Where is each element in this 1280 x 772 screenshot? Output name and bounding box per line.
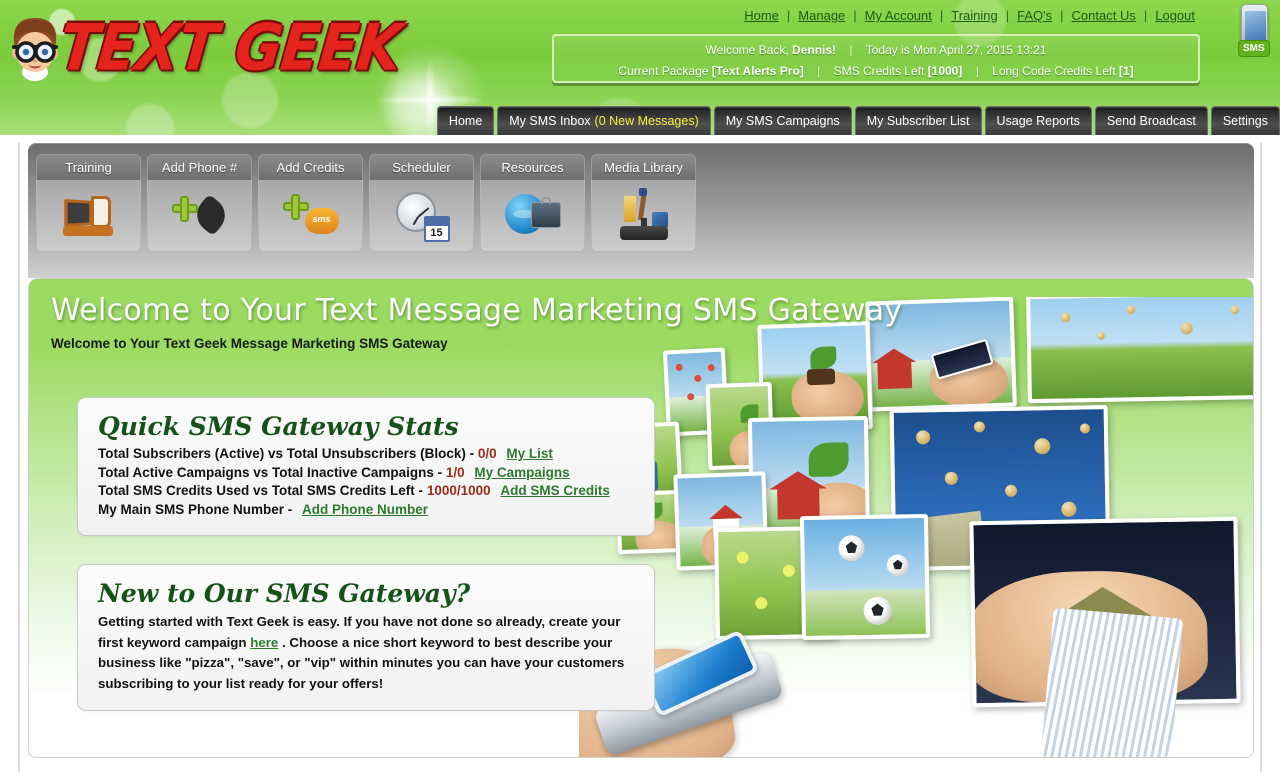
clock-calendar-icon: 15 xyxy=(394,188,450,244)
welcome-line: Welcome Back, Dennis! | Today is Mon Apr… xyxy=(554,40,1198,61)
shirt-cuff xyxy=(1040,607,1184,757)
greeting-prefix: Welcome Back, xyxy=(705,43,789,57)
tab-my-subscriber-list[interactable]: My Subscriber List xyxy=(854,106,982,135)
shortcut-toolbar: Training Add Phone # Add Credits sms Sch… xyxy=(28,143,1254,278)
pipe: | xyxy=(817,64,821,78)
shortcut-icon-box: sms xyxy=(258,180,363,252)
stat-row-credits: Total SMS Credits Used vs Total SMS Cred… xyxy=(98,482,636,501)
hero-collage-image xyxy=(579,297,1253,757)
tab-label: My Subscriber List xyxy=(866,114,970,128)
main-tab-bar: Home My SMS Inbox (0 New Messages) My SM… xyxy=(0,102,1280,135)
stat-row-subscribers: Total Subscribers (Active) vs Total Unsu… xyxy=(98,445,636,464)
stat-link-add-sms-credits[interactable]: Add SMS Credits xyxy=(500,483,610,498)
stat-value: 1/0 xyxy=(445,464,465,480)
chalkboard-book-icon xyxy=(61,188,117,244)
sms-badge: SMS xyxy=(1238,40,1270,57)
shortcut-add-phone[interactable]: Add Phone # xyxy=(147,154,252,252)
long-code-label: Long Code Credits Left xyxy=(992,64,1116,78)
pipe: | xyxy=(849,43,853,57)
quick-stats-heading: Quick SMS Gateway Stats xyxy=(98,412,459,441)
page-title: Welcome to Your Text Message Marketing S… xyxy=(51,293,903,328)
top-nav-link-my-account[interactable]: My Account xyxy=(858,8,939,23)
sms-credits-value: [1000] xyxy=(927,64,963,78)
date-text: Today is Mon April 27, 2015 13:21 xyxy=(865,43,1047,57)
logo[interactable]: TEXT GEEK xyxy=(0,2,404,94)
top-nav-link-manage[interactable]: Manage xyxy=(791,8,852,23)
sms-credits-label: SMS Credits Left xyxy=(833,64,925,78)
tab-home[interactable]: Home xyxy=(436,106,495,135)
page-subtitle: Welcome to Your Text Geek Message Market… xyxy=(51,336,448,351)
plus-telephone-icon xyxy=(171,188,232,244)
top-nav-link-faqs[interactable]: FAQ's xyxy=(1010,8,1059,23)
stat-label: Total SMS Credits Used vs Total SMS Cred… xyxy=(98,483,424,499)
package-value: [Text Alerts Pro] xyxy=(711,64,804,78)
stat-row-phone-number: My Main SMS Phone Number - Add Phone Num… xyxy=(98,501,636,520)
package-line: Current Package [Text Alerts Pro] | SMS … xyxy=(554,61,1198,82)
tab-label: Settings xyxy=(1222,114,1268,128)
new-to-gateway-card: New to Our SMS Gateway? Getting started … xyxy=(77,564,655,711)
top-nav-link-contact-us[interactable]: Contact Us xyxy=(1065,8,1143,23)
tab-settings[interactable]: Settings xyxy=(1210,106,1280,135)
shortcut-label: Add Phone # xyxy=(147,154,252,180)
tab-badge: (0 New Messages) xyxy=(594,114,699,128)
package-label: Current Package xyxy=(618,64,709,78)
page-frame: Training Add Phone # Add Credits sms Sch… xyxy=(0,135,1280,772)
tab-send-broadcast[interactable]: Send Broadcast xyxy=(1094,106,1208,135)
quick-stats-card: Quick SMS Gateway Stats Total Subscriber… xyxy=(77,397,655,537)
site-header: TEXT GEEK Home | Manage | My Account | T… xyxy=(0,0,1280,135)
logo-text: TEXT GEEK xyxy=(56,11,405,85)
tab-my-sms-campaigns[interactable]: My SMS Campaigns xyxy=(713,106,852,135)
shortcut-label: Scheduler xyxy=(369,154,474,180)
shortcut-scheduler[interactable]: Scheduler 15 xyxy=(369,154,474,252)
tab-label: Usage Reports xyxy=(996,114,1080,128)
phone-sms-icon[interactable]: SMS xyxy=(1238,4,1272,66)
shortcut-icon-box: 15 xyxy=(369,180,474,252)
shortcut-icon-box xyxy=(36,180,141,252)
shortcut-label: Training xyxy=(36,154,141,180)
shortcut-label: Media Library xyxy=(591,154,696,180)
stat-row-campaigns: Total Active Campaigns vs Total Inactive… xyxy=(98,464,636,483)
media-tray-icon xyxy=(616,187,672,244)
new-to-gateway-heading: New to Our SMS Gateway? xyxy=(98,579,471,608)
shortcut-label: Add Credits xyxy=(258,154,363,180)
globe-briefcase-icon xyxy=(504,188,561,244)
stat-label: My Main SMS Phone Number - xyxy=(98,501,293,517)
account-status-banner: Welcome Back, Dennis! | Today is Mon Apr… xyxy=(552,34,1200,83)
shortcut-icon-box xyxy=(147,180,252,252)
shortcut-training[interactable]: Training xyxy=(36,154,141,252)
tab-label: My SMS Inbox xyxy=(509,114,591,128)
welcome-content-panel: Welcome to Your Text Message Marketing S… xyxy=(28,278,1254,758)
shortcut-icon-box xyxy=(480,180,585,252)
user-name: Dennis! xyxy=(792,43,837,57)
top-nav: Home | Manage | My Account | Training | … xyxy=(737,8,1202,23)
page-frame-inner: Training Add Phone # Add Credits sms Sch… xyxy=(18,143,1262,772)
tab-usage-reports[interactable]: Usage Reports xyxy=(984,106,1092,135)
stat-link-my-list[interactable]: My List xyxy=(506,446,553,461)
stat-link-my-campaigns[interactable]: My Campaigns xyxy=(474,465,569,480)
shortcut-add-credits[interactable]: Add Credits sms xyxy=(258,154,363,252)
top-nav-link-logout[interactable]: Logout xyxy=(1148,8,1202,23)
shortcut-media-library[interactable]: Media Library xyxy=(591,154,696,252)
tab-label: Send Broadcast xyxy=(1106,114,1196,128)
tab-my-sms-inbox[interactable]: My SMS Inbox (0 New Messages) xyxy=(497,106,711,135)
long-code-value: [1] xyxy=(1118,64,1134,78)
stat-link-add-phone-number[interactable]: Add Phone Number xyxy=(302,502,428,517)
plus-sms-bubble-icon: sms xyxy=(282,188,339,244)
stat-label: Total Active Campaigns vs Total Inactive… xyxy=(98,464,443,480)
top-nav-link-training[interactable]: Training xyxy=(944,8,1004,23)
create-campaign-link[interactable]: here xyxy=(250,635,278,650)
tab-label: Home xyxy=(448,114,483,128)
stat-label: Total Subscribers (Active) vs Total Unsu… xyxy=(98,446,475,461)
stat-value: 1000/1000 xyxy=(426,483,491,499)
pipe: | xyxy=(975,64,979,78)
new-to-gateway-body: Getting started with Text Geek is easy. … xyxy=(98,612,626,694)
shortcut-resources[interactable]: Resources xyxy=(480,154,585,252)
shortcut-label: Resources xyxy=(480,154,585,180)
stat-value: 0/0 xyxy=(477,446,497,461)
top-nav-link-home[interactable]: Home xyxy=(737,8,786,23)
tab-label: My SMS Campaigns xyxy=(725,114,840,128)
shortcut-icon-box xyxy=(591,180,696,252)
